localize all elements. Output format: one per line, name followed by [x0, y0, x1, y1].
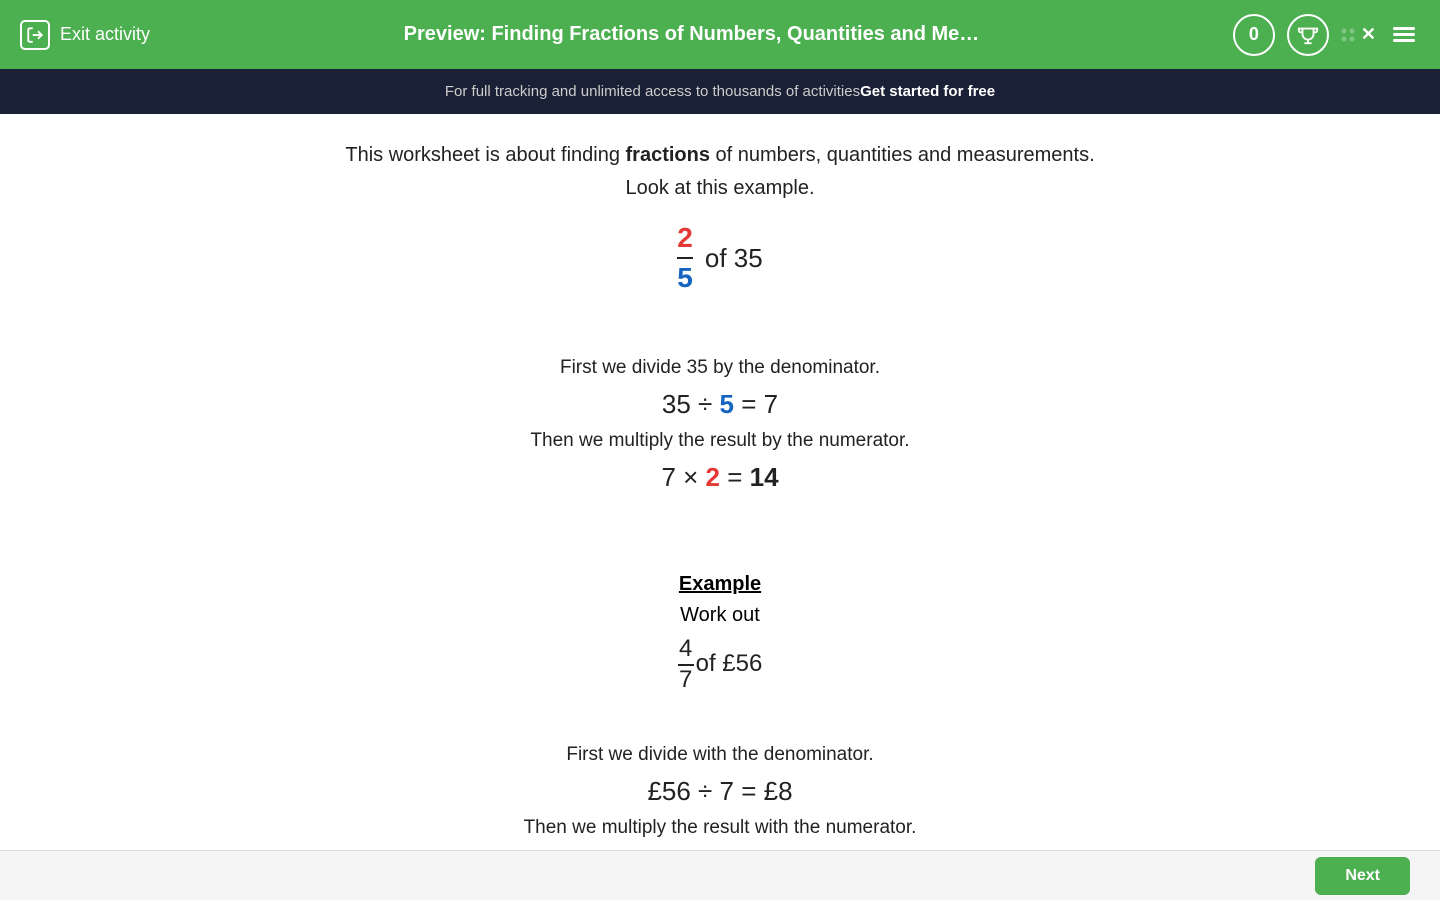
- example-section: Example Work out 4 7 of £56 First we div…: [290, 573, 1150, 881]
- banner-text: For full tracking and unlimited access t…: [445, 83, 860, 100]
- fraction-display: 2 5 of 35: [677, 220, 762, 297]
- fraction-2-5: 2 5: [677, 220, 693, 297]
- header-controls: 0 ✕: [1233, 14, 1420, 56]
- look-example-text: Look at this example.: [290, 177, 1150, 200]
- intro-plain: This worksheet is about finding: [345, 144, 625, 166]
- dot-grid-icon: [1341, 28, 1355, 42]
- close-x-icon: ✕: [1361, 24, 1376, 45]
- banner-cta[interactable]: Get started for free: [860, 83, 995, 100]
- score-badge: 0: [1233, 14, 1275, 56]
- trophy-button[interactable]: [1287, 14, 1329, 56]
- step2-result: 14: [750, 462, 779, 492]
- step2-red: 2: [706, 462, 720, 492]
- work-out-text: Work out: [290, 604, 1150, 627]
- next-button[interactable]: Next: [1315, 857, 1410, 895]
- step1-math: 35 ÷ 5 = 7: [290, 389, 1150, 420]
- bottom-navigation-bar: Next: [0, 850, 1440, 900]
- example-title: Example: [290, 573, 1150, 596]
- ex-step1-math: £56 ÷ 7 = £8: [290, 776, 1150, 807]
- fraction-numerator: 2: [677, 220, 693, 256]
- intro-paragraph: This worksheet is about finding fraction…: [290, 144, 1150, 167]
- ex-numerator: 4: [679, 635, 692, 664]
- promo-banner: For full tracking and unlimited access t…: [0, 69, 1440, 114]
- app-header: Exit activity Preview: Finding Fractions…: [0, 0, 1440, 69]
- step1-blue: 5: [720, 389, 734, 419]
- exit-label: Exit activity: [60, 24, 150, 45]
- step2-text: Then we multiply the result by the numer…: [290, 430, 1150, 452]
- ex-of-text: of £56: [696, 650, 763, 677]
- main-content: This worksheet is about finding fraction…: [270, 114, 1170, 920]
- example-fraction-display: 4 7 of £56: [290, 635, 1150, 695]
- step1-text: First we divide 35 by the denominator.: [290, 357, 1150, 379]
- activity-title: Preview: Finding Fractions of Numbers, Q…: [150, 23, 1233, 46]
- example-fraction: 4 7: [678, 635, 694, 695]
- intro-bold: fractions: [626, 144, 710, 166]
- fraction-denominator: 5: [677, 260, 693, 296]
- menu-icon[interactable]: [1388, 22, 1420, 47]
- step2-math: 7 × 2 = 14: [290, 462, 1150, 493]
- exit-icon: [20, 20, 50, 50]
- exit-activity-button[interactable]: Exit activity: [20, 20, 150, 50]
- ex-denominator: 7: [679, 666, 692, 695]
- ex-step1-text: First we divide with the denominator.: [290, 744, 1150, 766]
- ex-step2-text: Then we multiply the result with the num…: [290, 817, 1150, 839]
- fraction-of-text: of 35: [705, 243, 763, 274]
- fraction-line: [677, 257, 693, 259]
- intro-rest: of numbers, quantities and measurements.: [710, 144, 1095, 166]
